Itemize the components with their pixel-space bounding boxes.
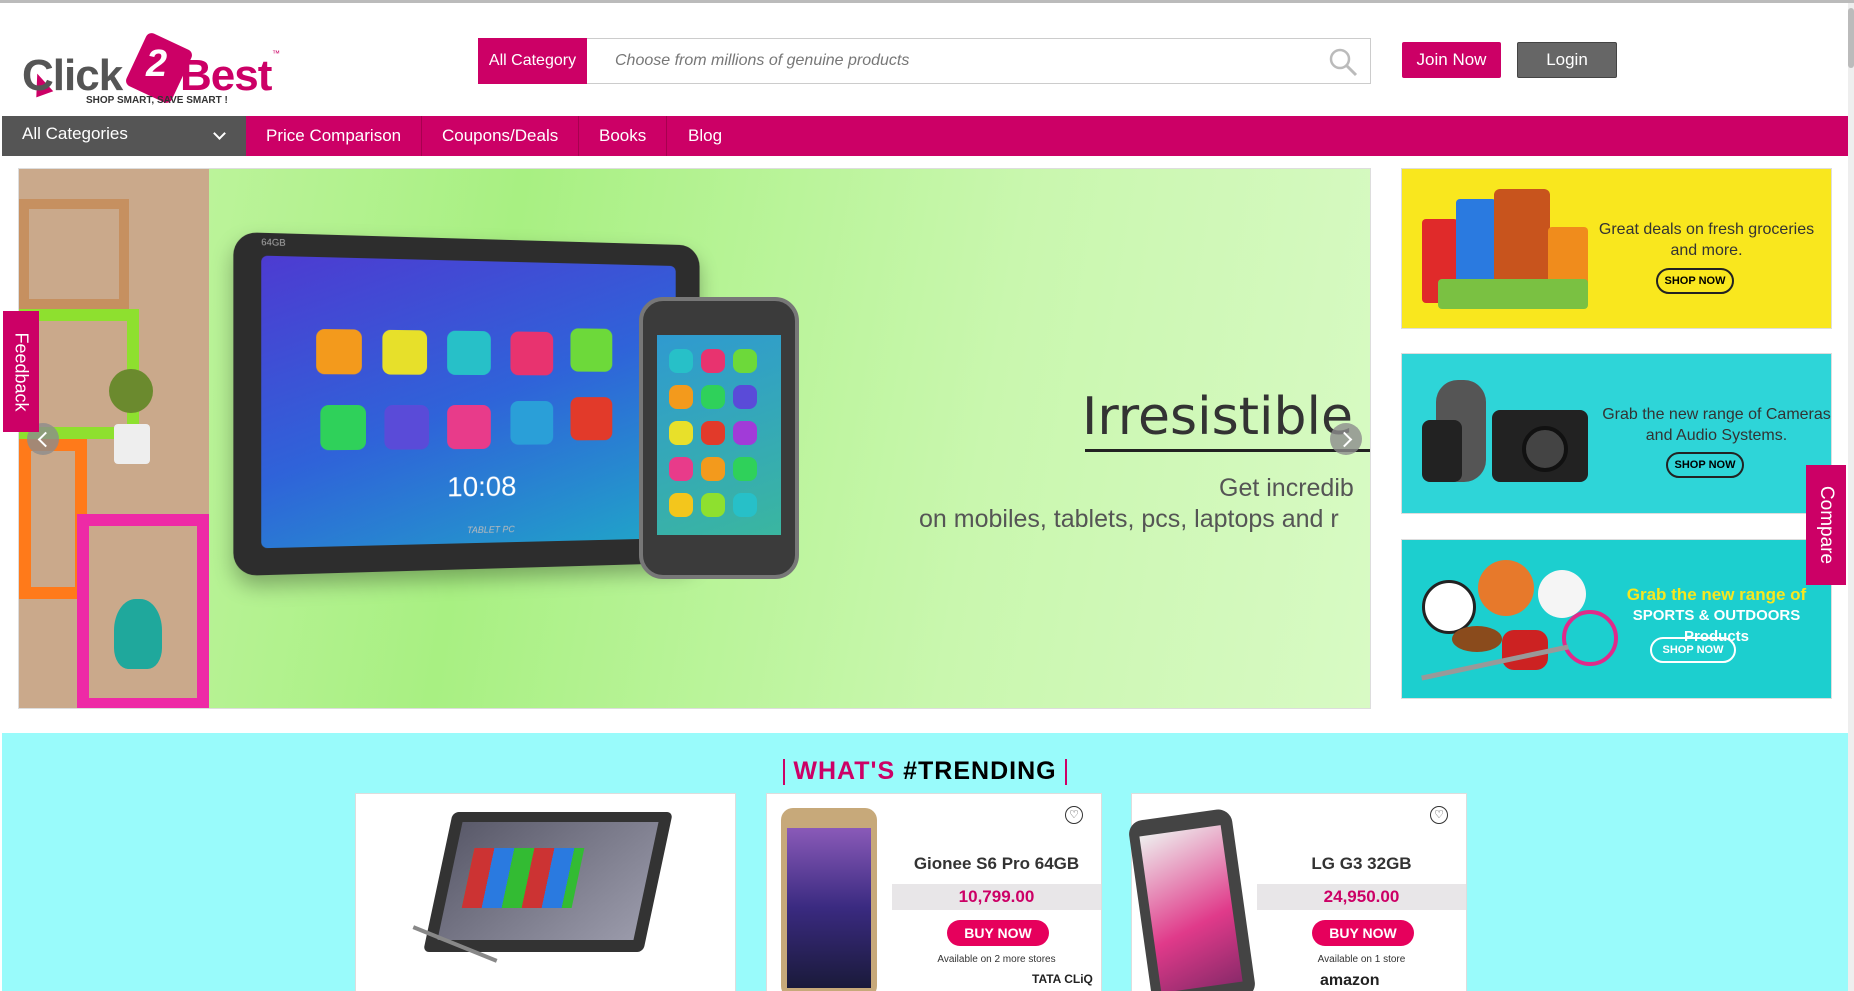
search-icon[interactable] — [1328, 47, 1358, 77]
search-input[interactable] — [615, 47, 1295, 75]
promo-cameras-line2: and Audio Systems. — [1645, 427, 1788, 444]
nav-item-price-comparison[interactable]: Price Comparison — [246, 116, 423, 156]
camera-speaker-image — [1412, 380, 1588, 490]
lg-phone-image — [1127, 794, 1257, 991]
trending-title: WHAT'S #TRENDING — [2, 757, 1848, 786]
feedback-tab[interactable]: Feedback — [3, 311, 39, 432]
availability-text[interactable]: Available on 1 store — [1257, 954, 1466, 965]
phone-image — [639, 297, 799, 579]
compare-tab[interactable]: Compare — [1806, 465, 1846, 585]
product-name[interactable]: LG G3 32GB — [1257, 854, 1466, 874]
buy-now-button[interactable]: BUY NOW — [947, 920, 1049, 946]
all-categories-menu[interactable]: All Categories — [2, 116, 246, 156]
tablet-brand: TABLET PC — [467, 524, 515, 536]
trending-section: WHAT'S #TRENDING ♡ Gionee S6 Pro 64GB 10… — [2, 733, 1848, 991]
login-button[interactable]: Login — [1517, 42, 1617, 78]
page: Click 2 Best ™ SHOP SMART, SAVE SMART ! … — [0, 0, 1854, 991]
logo-word-click: Click — [22, 51, 123, 100]
site-logo[interactable]: Click 2 Best ™ SHOP SMART, SAVE SMART ! — [22, 13, 282, 108]
all-categories-label: All Categories — [22, 124, 128, 143]
product-price: 10,799.00 — [892, 884, 1101, 910]
wishlist-heart-icon[interactable]: ♡ — [1430, 806, 1448, 824]
chevron-down-icon — [213, 127, 226, 140]
tablet-clock: 10:08 — [447, 470, 517, 503]
buy-now-button[interactable]: BUY NOW — [1312, 920, 1414, 946]
compare-label: Compare — [1816, 485, 1837, 565]
availability-text[interactable]: Available on 2 more stores — [892, 954, 1101, 965]
promo-groceries-line1: Great deals on fresh groceries — [1598, 221, 1815, 238]
slide-title: Irresistible Ga — [1082, 387, 1370, 447]
surface-tablet-image — [412, 812, 673, 972]
main-nav: All Categories Price Comparison Coupons/… — [2, 116, 1848, 156]
promo-groceries[interactable]: Great deals on fresh groceries and more.… — [1401, 168, 1832, 329]
promo-cameras-line1: Grab the new range of Cameras — [1602, 406, 1831, 423]
wishlist-heart-icon[interactable]: ♡ — [1065, 806, 1083, 824]
product-name[interactable]: Gionee S6 Pro 64GB — [892, 854, 1101, 874]
trending-product-card[interactable]: ♡ LG G3 32GB 24,950.00 BUY NOW Available… — [1127, 793, 1467, 991]
trending-product-card[interactable]: ♡ Gionee S6 Pro 64GB 10,799.00 BUY NOW A… — [766, 793, 1102, 991]
store-logo: TATA CLiQ — [1032, 972, 1093, 986]
feedback-label: Feedback — [11, 331, 32, 412]
promo-groceries-line2: and more. — [1670, 242, 1743, 259]
logo-number: 2 — [146, 43, 168, 85]
store-logo: amazon — [1320, 972, 1380, 989]
page-scrollbar[interactable] — [1848, 3, 1854, 991]
slide-subtitle: Get incredib — [1219, 474, 1354, 502]
nav-item-coupons-deals[interactable]: Coupons/Deals — [422, 116, 580, 156]
nav-item-blog[interactable]: Blog — [668, 116, 742, 156]
gionee-phone-image — [767, 794, 892, 991]
slider-next-arrow-icon[interactable] — [1330, 423, 1362, 455]
promo-sports-shop-now-button[interactable]: SHOP NOW — [1650, 637, 1736, 663]
logo-tagline: SHOP SMART, SAVE SMART ! — [86, 95, 228, 106]
category-dropdown[interactable]: All Category — [478, 38, 587, 84]
search-bar: All Category — [478, 38, 1371, 84]
join-now-button[interactable]: Join Now — [1402, 42, 1501, 78]
slide-title-underline — [1085, 449, 1370, 452]
promo-groceries-shop-now-button[interactable]: SHOP NOW — [1656, 268, 1734, 294]
trending-title-part2: #TRENDING — [903, 757, 1057, 785]
slide-subtitle-2: on mobiles, tablets, pcs, laptops and r — [919, 505, 1339, 533]
tablet-storage: 64GB — [261, 236, 286, 248]
promo-sports-line1: Grab the new range of — [1626, 585, 1807, 604]
groceries-image — [1422, 189, 1597, 309]
promo-cameras-shop-now-button[interactable]: SHOP NOW — [1666, 452, 1744, 478]
trending-featured-card[interactable] — [355, 793, 736, 991]
product-price: 24,950.00 — [1257, 884, 1466, 910]
tablet-image: 64GB 10:08 TABLET PC — [233, 231, 700, 577]
scrollbar-thumb[interactable] — [1848, 8, 1854, 68]
logo-trademark: ™ — [272, 49, 280, 58]
nav-item-books[interactable]: Books — [579, 116, 668, 156]
logo-word-best: Best — [180, 51, 272, 100]
sports-image — [1412, 550, 1622, 690]
promo-sports[interactable]: Grab the new range of SPORTS & OUTDOORS … — [1401, 539, 1832, 699]
hero-slider[interactable]: 64GB 10:08 TABLET PC Irresistible Get in… — [18, 168, 1371, 709]
trending-title-part1: WHAT'S — [793, 757, 896, 785]
promo-cameras[interactable]: Grab the new range of Cameras and Audio … — [1401, 353, 1832, 514]
